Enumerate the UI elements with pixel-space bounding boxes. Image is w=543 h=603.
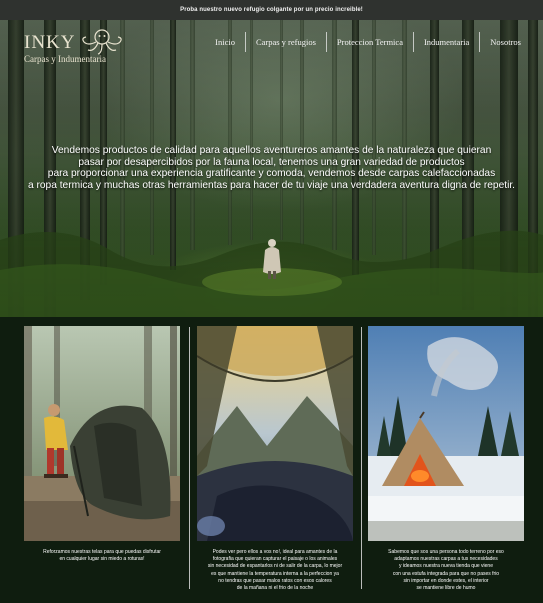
brand-tagline: Carpas y Indumentaria (24, 54, 106, 64)
photo-heated-tent-in-snow (368, 326, 524, 541)
card-divider (189, 327, 190, 589)
caption-line: con una estufa integrada para que no pas… (392, 570, 500, 577)
hero-line: a ropa termica y muchas otras herramient… (27, 179, 515, 191)
caption-line: Podes ver pero ellos a vos no!, ideal pa… (212, 549, 338, 555)
hiker-figure (263, 239, 281, 279)
caption-line: y ideamos nuestra nueva tienda que viene (399, 563, 493, 570)
feature-caption: Reforzamos nuestras telas para que pueda… (18, 549, 186, 563)
hero-description: Vendemos productos de calidad para aquel… (18, 145, 525, 191)
brand-name: INKY (24, 32, 76, 53)
feature-caption: Sabemos que sos una persona todo terreno… (362, 549, 530, 592)
hero-line: pasar por desapercibidos por la fauna lo… (78, 156, 465, 168)
nav-item-proteccion-termica[interactable]: Proteccion Termica (327, 32, 413, 52)
caption-line: fotografia que quieran capturar el paisa… (212, 556, 338, 563)
caption-line: en cualquier lugar sin miedo a roturas! (59, 556, 145, 563)
caption-line: adaptamos nuestras carpas a tus necesida… (394, 556, 498, 563)
nav-item-carpas-y-refugios[interactable]: Carpas y refugios (246, 32, 326, 52)
photo-view-from-inside-tent (197, 326, 353, 541)
features-section: Reforzamos nuestras telas para que pueda… (0, 317, 543, 603)
nav-item-indumentaria[interactable]: Indumentaria (414, 32, 479, 52)
brand-logo[interactable]: INKY Carpas y Indumentaria (24, 28, 144, 64)
nav-item-nosotros[interactable]: Nosotros (480, 32, 531, 52)
caption-line: Reforzamos nuestras telas para que pueda… (43, 549, 161, 555)
caption-line: sin importar en donde estes, el interior (403, 577, 489, 584)
main-nav: Inicio Carpas y refugios Proteccion Term… (205, 32, 531, 52)
caption-line: Sabemos que sos una persona todo terreno… (388, 549, 504, 555)
caption-line: se mantiene libre de humo (416, 585, 476, 592)
feature-caption: Podes ver pero ellos a vos no!, ideal pa… (191, 549, 359, 592)
nav-item-inicio[interactable]: Inicio (205, 32, 245, 52)
octopus-logo-icon (82, 29, 122, 55)
caption-line: es que mantiene la temperatura interna a… (211, 570, 339, 577)
hero-line: para proporcionar una experiencia gratif… (47, 168, 496, 179)
caption-line: sin necesidad de espantarlos ni de salir… (207, 563, 343, 570)
hero-line: Vendemos productos de calidad para aquel… (51, 145, 492, 156)
caption-line: no tendras que pasar malos ratos con eso… (218, 577, 332, 584)
photo-man-setting-up-tent (24, 326, 180, 541)
caption-line: de la mañana ni el frio de la noche (236, 585, 314, 592)
hero-section: INKY Carpas y Indumentaria Inicio Carpas… (0, 20, 543, 317)
announcement-bar[interactable]: Proba nuestro nuevo refugio colgante por… (0, 0, 543, 20)
page: Proba nuestro nuevo refugio colgante por… (0, 0, 543, 603)
